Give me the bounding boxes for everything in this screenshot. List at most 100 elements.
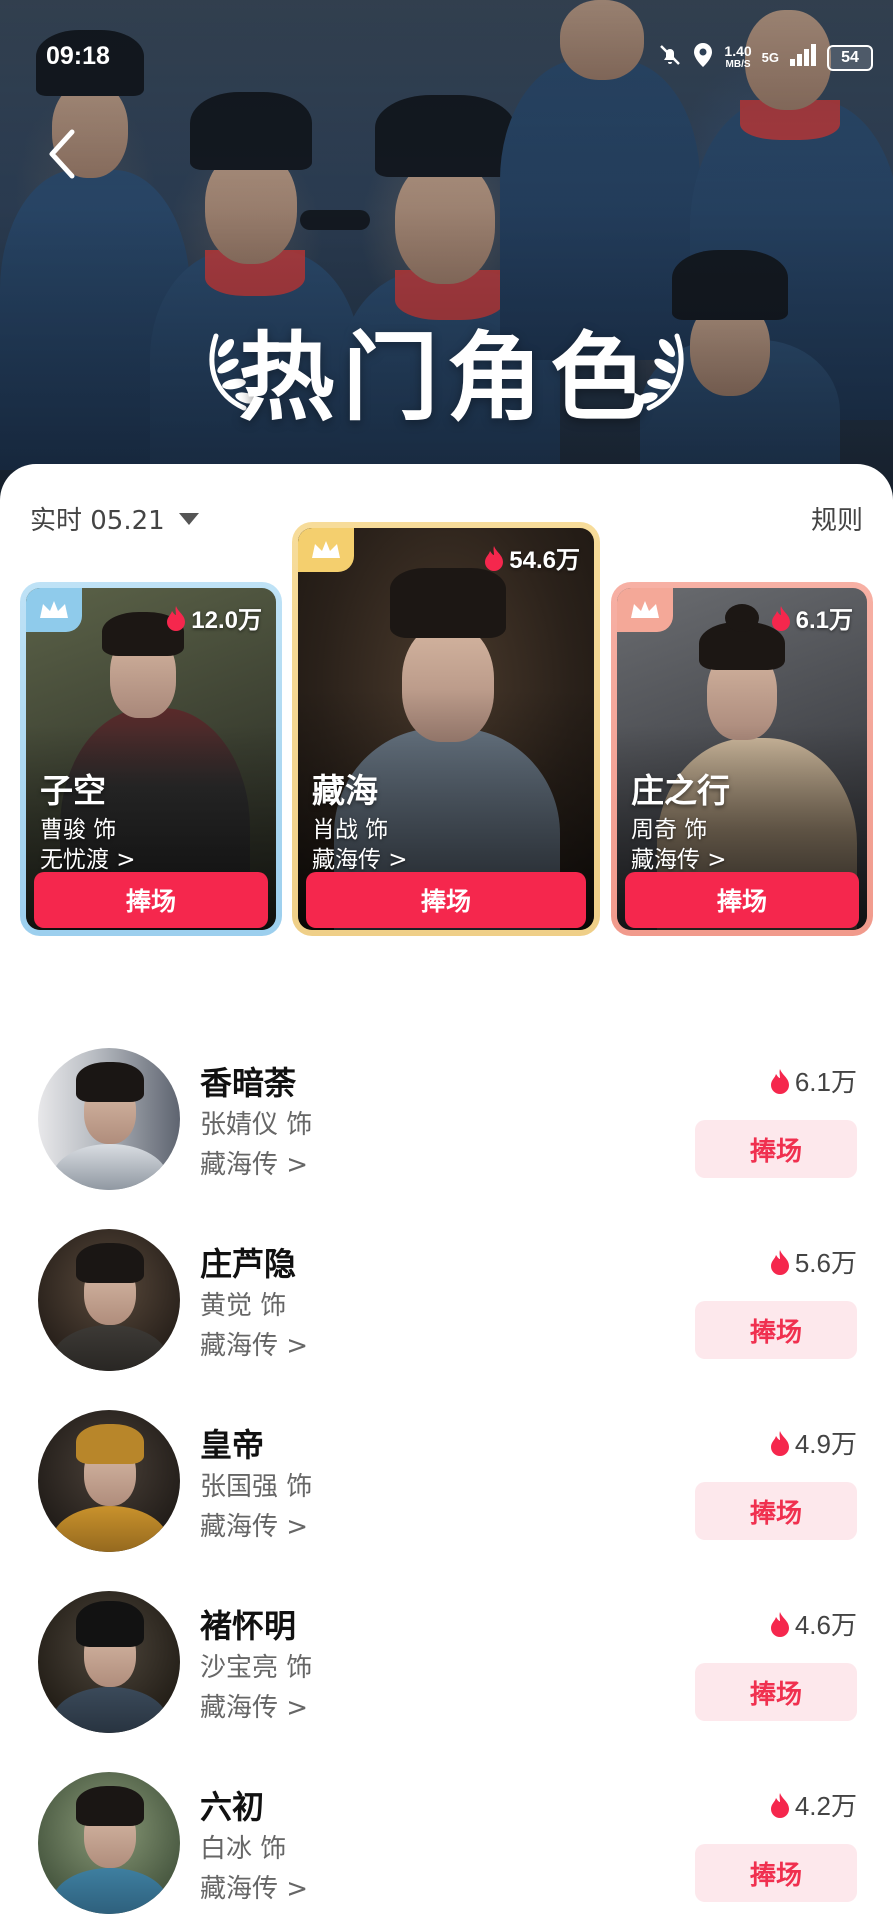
actor-credit: 黄觉 饰 bbox=[200, 1291, 287, 1321]
list-item[interactable]: 褚怀明 沙宝亮 饰 藏海传 > 4.6万 捧场 bbox=[0, 1591, 893, 1751]
card-portrait-frame: 6.1万 庄之行 周奇 饰 藏海传 > 捧场 bbox=[617, 588, 867, 930]
show-link[interactable]: 藏海传 > bbox=[200, 1144, 308, 1181]
avatar bbox=[38, 1048, 180, 1190]
avatar-hair bbox=[76, 1243, 144, 1283]
rank-badge bbox=[617, 588, 673, 632]
heat-value: 4.6万 bbox=[794, 1610, 857, 1640]
rank-badge bbox=[298, 528, 354, 572]
crown-icon bbox=[312, 541, 340, 558]
flame-icon bbox=[771, 605, 790, 631]
network-speed-unit: MB/S bbox=[725, 58, 751, 70]
heat-score: 5.6万 bbox=[769, 1243, 857, 1280]
heat-score: 4.9万 bbox=[769, 1424, 857, 1461]
actor-credit: 白冰 饰 bbox=[200, 1834, 287, 1864]
flame-icon bbox=[770, 1068, 789, 1094]
actor-credit: 张婧仪 饰 bbox=[200, 1110, 313, 1140]
ranking-sheet: 实时 05.21 规则 12.0万 子空 曹骏 饰 无忧渡 > 捧场 54.6万… bbox=[0, 464, 893, 1914]
heat-value: 5.6万 bbox=[794, 1248, 857, 1278]
heat-value: 4.2万 bbox=[794, 1791, 857, 1821]
heat-value: 6.1万 bbox=[795, 607, 853, 634]
portrait-hat bbox=[390, 568, 506, 638]
flame-icon bbox=[167, 605, 186, 631]
hero-banner: 09:18 1.40 MB/S 5G 54 热门角色 bbox=[0, 0, 893, 520]
page-title: 热门角色 bbox=[238, 322, 655, 434]
back-button[interactable] bbox=[44, 126, 84, 182]
character-name: 褚怀明 bbox=[200, 1607, 297, 1645]
status-icons: 1.40 MB/S 5G 54 bbox=[658, 42, 873, 73]
heat-value: 4.9万 bbox=[794, 1429, 857, 1459]
rules-link[interactable]: 规则 bbox=[811, 500, 863, 537]
top-card-rank-3[interactable]: 6.1万 庄之行 周奇 饰 藏海传 > 捧场 bbox=[611, 582, 873, 936]
cheer-button[interactable]: 捧场 bbox=[695, 1301, 857, 1359]
character-name: 子空 bbox=[40, 771, 106, 810]
chevron-left-icon bbox=[49, 129, 75, 179]
list-item[interactable]: 庄芦隐 黄觉 饰 藏海传 > 5.6万 捧场 bbox=[0, 1229, 893, 1389]
character-name: 庄芦隐 bbox=[200, 1245, 297, 1283]
crown-icon bbox=[631, 601, 659, 618]
location-icon bbox=[692, 42, 714, 73]
cheer-button[interactable]: 捧场 bbox=[625, 872, 859, 928]
actor-credit: 张国强 饰 bbox=[200, 1472, 313, 1502]
character-name: 庄之行 bbox=[631, 771, 730, 810]
rank-badge bbox=[26, 588, 82, 632]
show-link[interactable]: 无忧渡 > bbox=[40, 840, 136, 874]
flame-icon bbox=[770, 1249, 789, 1275]
list-item[interactable]: 香暗荼 张婧仪 饰 藏海传 > 6.1万 捧场 bbox=[0, 1048, 893, 1208]
top-card-rank-2[interactable]: 12.0万 子空 曹骏 饰 无忧渡 > 捧场 bbox=[20, 582, 282, 936]
cheer-button[interactable]: 捧场 bbox=[695, 1120, 857, 1178]
signal-type: 5G bbox=[761, 50, 779, 65]
show-link[interactable]: 藏海传 > bbox=[200, 1506, 308, 1543]
flame-icon bbox=[770, 1792, 789, 1818]
laurel-right-icon bbox=[636, 333, 684, 411]
heat-score: 4.6万 bbox=[769, 1605, 857, 1642]
heat-value: 6.1万 bbox=[794, 1067, 857, 1097]
list-item[interactable]: 皇帝 张国强 饰 藏海传 > 4.9万 捧场 bbox=[0, 1410, 893, 1570]
list-item[interactable]: 六初 白冰 饰 藏海传 > 4.2万 捧场 bbox=[0, 1772, 893, 1914]
network-speed: 1.40 MB/S bbox=[724, 42, 752, 71]
top-card-rank-1[interactable]: 54.6万 藏海 肖战 饰 藏海传 > 捧场 bbox=[292, 522, 600, 936]
avatar-hat bbox=[76, 1601, 144, 1647]
heat-score: 6.1万 bbox=[769, 1062, 857, 1099]
avatar bbox=[38, 1410, 180, 1552]
cheer-button[interactable]: 捧场 bbox=[695, 1844, 857, 1902]
avatar-hair bbox=[76, 1062, 144, 1102]
date-filter-dropdown[interactable]: 实时 05.21 bbox=[30, 500, 199, 537]
heat-score: 6.1万 bbox=[770, 600, 853, 635]
mute-icon bbox=[658, 43, 682, 72]
actor-credit: 周奇 饰 bbox=[631, 817, 708, 843]
avatar bbox=[38, 1772, 180, 1914]
cheer-button[interactable]: 捧场 bbox=[306, 872, 586, 928]
character-name: 香暗荼 bbox=[200, 1064, 297, 1102]
character-name: 藏海 bbox=[312, 771, 378, 810]
show-link[interactable]: 藏海传 > bbox=[312, 840, 408, 874]
cheer-button[interactable]: 捧场 bbox=[695, 1663, 857, 1721]
portrait-topknot bbox=[725, 604, 759, 632]
status-bar: 09:18 1.40 MB/S 5G 54 bbox=[0, 38, 893, 78]
character-name: 六初 bbox=[200, 1788, 265, 1826]
network-speed-value: 1.40 bbox=[724, 42, 752, 59]
card-portrait-frame: 54.6万 藏海 肖战 饰 藏海传 > 捧场 bbox=[298, 528, 594, 930]
avatar bbox=[38, 1591, 180, 1733]
card-portrait-frame: 12.0万 子空 曹骏 饰 无忧渡 > 捧场 bbox=[26, 588, 276, 930]
signal-icon bbox=[789, 43, 817, 72]
heat-score: 54.6万 bbox=[483, 540, 580, 575]
avatar bbox=[38, 1229, 180, 1371]
cheer-button[interactable]: 捧场 bbox=[34, 872, 268, 928]
show-link[interactable]: 藏海传 > bbox=[200, 1325, 308, 1362]
character-name: 皇帝 bbox=[200, 1426, 265, 1464]
avatar-hair bbox=[76, 1786, 144, 1826]
hero-shade bbox=[0, 0, 893, 520]
heat-score: 12.0万 bbox=[165, 600, 262, 635]
show-link[interactable]: 藏海传 > bbox=[200, 1868, 308, 1905]
battery-icon: 54 bbox=[827, 44, 873, 71]
flame-icon bbox=[770, 1430, 789, 1456]
date-filter-label: 实时 05.21 bbox=[30, 506, 165, 536]
caret-down-icon bbox=[178, 512, 199, 525]
show-link[interactable]: 藏海传 > bbox=[200, 1687, 308, 1724]
show-link[interactable]: 藏海传 > bbox=[631, 840, 727, 874]
actor-credit: 肖战 饰 bbox=[312, 817, 389, 843]
cheer-button[interactable]: 捧场 bbox=[695, 1482, 857, 1540]
heat-score: 4.2万 bbox=[769, 1786, 857, 1823]
avatar-crown bbox=[76, 1424, 144, 1464]
crown-icon bbox=[40, 601, 68, 618]
